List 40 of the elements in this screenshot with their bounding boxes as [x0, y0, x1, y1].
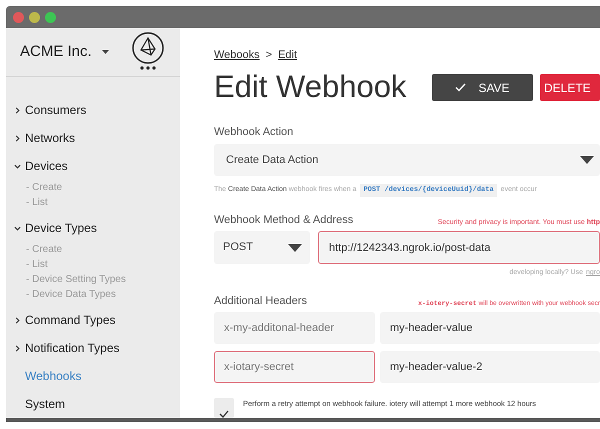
sidebar-nav-item[interactable]: Device Types [14, 214, 180, 242]
breadcrumb-link[interactable]: Webooks [214, 47, 260, 64]
caret-icon [102, 50, 109, 54]
organization-dropdown[interactable]: ACME Inc. [20, 40, 109, 64]
field-label: Webhook Method & Address [214, 212, 354, 228]
chevron-right-icon [14, 316, 21, 324]
dropdown-arrow-icon [580, 156, 594, 164]
pyramid-logo-icon[interactable] [130, 32, 166, 72]
chevron-right-icon [14, 134, 21, 142]
chevron-right-icon [14, 106, 21, 114]
checkmark-icon [219, 410, 229, 418]
dropdown-arrow-icon [288, 244, 302, 252]
sidebar-nav-item[interactable]: Devices [14, 152, 180, 180]
delete-button[interactable]: DELETE [540, 74, 600, 101]
field-label: Additional Headers [214, 294, 307, 308]
sidebar-nav-item[interactable]: Command Types [14, 306, 180, 334]
header-value-input[interactable]: my-header-value [380, 312, 600, 344]
header-key-input[interactable]: x-my-additonal-header [214, 312, 375, 344]
checkmark-icon [455, 83, 466, 92]
address-input[interactable]: http://1242343.ngrok.io/post-data [318, 231, 600, 264]
chevron-down-icon [14, 224, 21, 232]
field-label: Webhook Action [214, 124, 294, 140]
page-title: Edit Webhook [214, 68, 408, 106]
header-key-input[interactable]: x-iotary-secret [214, 351, 375, 383]
maximize-window-icon[interactable] [45, 12, 56, 22]
sidebar-nav-item[interactable]: Notification Types [14, 334, 180, 362]
close-window-icon[interactable] [13, 12, 24, 22]
webhook-action-select[interactable]: Create Data Action [214, 144, 600, 176]
retry-checkbox[interactable] [214, 398, 234, 418]
minimize-window-icon[interactable] [29, 12, 40, 22]
chevron-right-icon [14, 344, 21, 352]
sidebar-nav-item[interactable]: System [14, 390, 180, 418]
breadcrumb-separator: > [266, 48, 272, 63]
sidebar-nav-item[interactable]: Networks [14, 124, 180, 152]
sidebar-nav-item[interactable]: Consumers [14, 96, 180, 124]
method-select[interactable]: POST [214, 231, 310, 264]
breadcrumb-link[interactable]: Edit [278, 47, 298, 64]
chevron-down-icon [14, 162, 21, 170]
header-value-input[interactable]: my-header-value-2 [380, 351, 600, 383]
save-button[interactable]: SAVE [432, 74, 533, 101]
